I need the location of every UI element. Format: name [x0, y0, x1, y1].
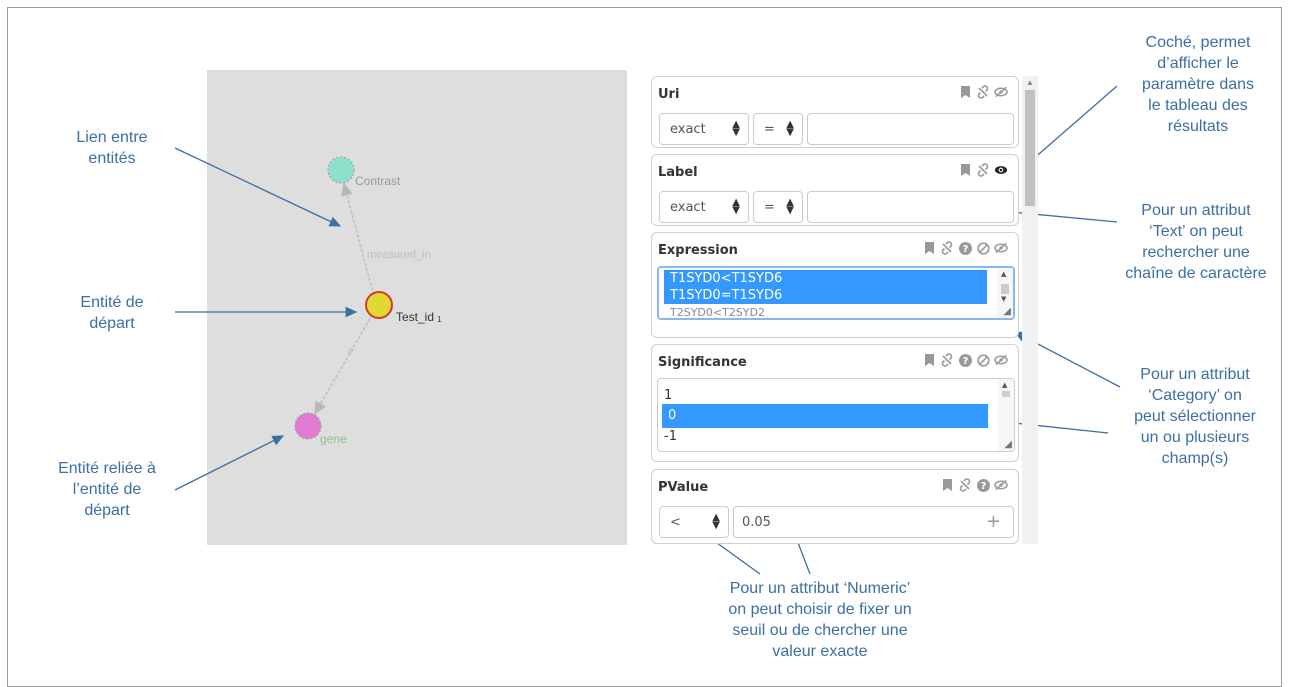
significance-multiselect[interactable]: 1 0 -1 ▲ ◢	[657, 378, 1015, 452]
list-item[interactable]: T2SYD0<T2SYD2	[664, 304, 987, 318]
annotation-arrows	[174, 85, 1121, 575]
match-type-select[interactable]: exact ▲ ▼	[659, 113, 749, 145]
arrow-related	[174, 435, 285, 491]
question-icon[interactable]: ?	[958, 241, 972, 255]
pvalue-input[interactable]: 0.05 +	[733, 506, 1014, 538]
annotation-checked: Coché, permet d’afficher le paramètre da…	[1141, 34, 1255, 135]
attribute-icons-pvalue: ?	[940, 478, 1008, 492]
bookmark-icon[interactable]	[958, 163, 972, 177]
panel-scrollbar[interactable]: ▲	[1022, 76, 1038, 544]
resize-handle-icon[interactable]: ◢	[1003, 306, 1011, 317]
eye-slash-icon[interactable]	[994, 478, 1008, 492]
attribute-title-label: Label	[658, 165, 698, 180]
attribute-icons-label	[958, 163, 1008, 177]
attribute-card-expression: Expression ? T1SYD0<T1SYD6 T1SYD0=T1SYD6…	[651, 232, 1019, 338]
annotation-category-attr: Pour un attribut ‘Category’ on peut séle…	[1134, 366, 1256, 467]
ban-icon[interactable]	[976, 241, 990, 255]
attribute-card-label: Label exact ▲ ▼ = ▲ ▼	[651, 154, 1019, 226]
bookmark-icon[interactable]	[922, 241, 936, 255]
operator-select[interactable]: = ▲ ▼	[753, 113, 803, 145]
eye-icon[interactable]	[994, 163, 1008, 177]
attribute-title-expression: Expression	[658, 243, 738, 258]
match-type-select[interactable]: exact ▲ ▼	[659, 191, 749, 223]
svg-text:?: ?	[962, 244, 968, 255]
list-item[interactable]: T1SYD0<T1SYD6	[664, 270, 987, 287]
bookmark-icon[interactable]	[958, 85, 972, 99]
pvalue-value: 0.05	[742, 515, 771, 530]
unlink-icon[interactable]	[940, 241, 954, 255]
svg-text:?: ?	[962, 356, 968, 367]
unlink-icon[interactable]	[958, 478, 972, 492]
eye-slash-icon[interactable]	[994, 85, 1008, 99]
annotation-start: Entité de départ	[80, 294, 144, 332]
annotation-numeric-attr: Pour un attribut ‘Numeric’ on peut chois…	[728, 580, 912, 660]
list-item[interactable]: 1	[658, 387, 988, 404]
svg-text:?: ?	[980, 481, 986, 492]
expression-multiselect[interactable]: T1SYD0<T1SYD6 T1SYD0=T1SYD6 T2SYD0<T2SYD…	[657, 266, 1015, 320]
ban-icon[interactable]	[976, 353, 990, 367]
scroll-up-icon[interactable]: ▲	[1026, 78, 1034, 87]
select-arrows-icon: ▲ ▼	[732, 197, 740, 216]
unlink-icon[interactable]	[940, 353, 954, 367]
attribute-icons-significance: ?	[922, 353, 1008, 367]
attribute-card-pvalue: PValue ? < ▲ ▼ 0.05 +	[651, 469, 1019, 544]
attribute-icons-uri	[958, 85, 1008, 99]
question-icon[interactable]: ?	[958, 353, 972, 367]
eye-slash-icon[interactable]	[994, 353, 1008, 367]
attribute-panel[interactable]: Uri exact ▲▼ = ▲▼ Label exact ▲▼ = ▲	[651, 76, 1037, 544]
annotation-text-attr: Pour un attribut ‘Text’ on peut recherch…	[1125, 202, 1267, 282]
question-icon[interactable]: ?	[976, 478, 990, 492]
arrow-link	[174, 147, 342, 227]
attribute-title-pvalue: PValue	[658, 480, 709, 495]
attribute-icons-expression: ?	[922, 241, 1008, 255]
list-item[interactable]: 0	[662, 404, 988, 428]
attribute-card-uri: Uri exact ▲ ▼ = ▲ ▼	[651, 76, 1019, 148]
unlink-icon[interactable]	[976, 85, 990, 99]
attribute-title-uri: Uri	[658, 87, 680, 102]
operator-select[interactable]: = ▲ ▼	[753, 191, 803, 223]
select-arrows-icon: ▲ ▼	[732, 119, 740, 138]
resize-handle-icon[interactable]: ◢	[1004, 439, 1012, 450]
eye-slash-icon[interactable]	[994, 241, 1008, 255]
scrollbar-thumb[interactable]	[1025, 90, 1035, 206]
bookmark-icon[interactable]	[922, 353, 936, 367]
select-arrows-icon: ▲ ▼	[712, 512, 720, 531]
annotation-link: Lien entre entités	[76, 129, 148, 167]
list-item[interactable]: -1	[658, 428, 988, 445]
numeric-operator-select[interactable]: < ▲ ▼	[659, 506, 729, 538]
annotation-related: Entité reliée à l’entité de départ	[58, 460, 156, 519]
list-item[interactable]: T1SYD0=T1SYD6	[664, 287, 987, 304]
add-icon[interactable]: +	[986, 511, 1001, 532]
attribute-card-significance: Significance ? 1 0 -1 ▲ ◢	[651, 344, 1019, 462]
label-value-input[interactable]	[807, 191, 1014, 223]
select-arrows-icon: ▲ ▼	[786, 119, 794, 138]
bookmark-icon[interactable]	[940, 478, 954, 492]
select-arrows-icon: ▲ ▼	[786, 197, 794, 216]
attribute-title-significance: Significance	[658, 355, 747, 370]
uri-value-input[interactable]	[807, 113, 1014, 145]
unlink-icon[interactable]	[976, 163, 990, 177]
